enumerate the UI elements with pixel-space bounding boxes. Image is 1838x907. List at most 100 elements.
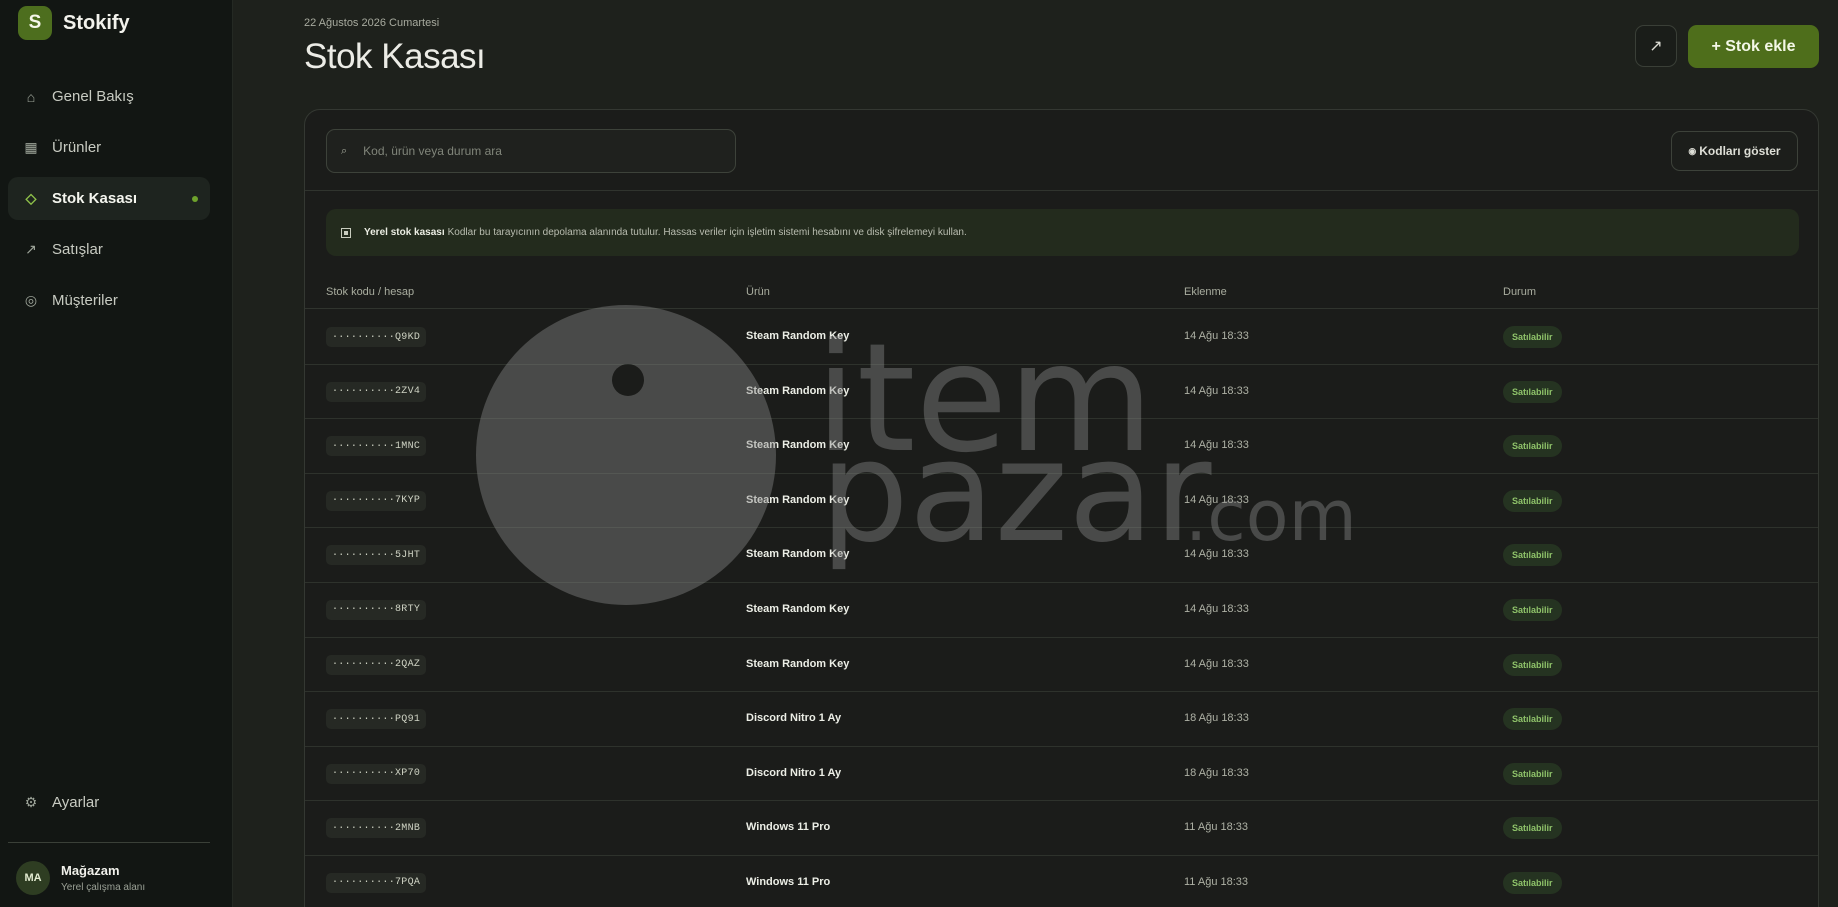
product-name: Steam Random Key [746, 439, 850, 452]
sidebar-item-label: Satışlar [52, 241, 103, 258]
home-icon: ⌂ [26, 88, 36, 105]
product-name: Windows 11 Pro [746, 821, 831, 834]
sidebar-item-3[interactable]: ↗ Satışlar [8, 228, 210, 271]
sidebar-item-label: Ürünler [52, 139, 102, 156]
sidebar-item-settings[interactable]: ⚙ Ayarlar [8, 781, 210, 824]
trend-arrow-icon: ↗ [25, 241, 37, 257]
status-badge: Satılabilir [1503, 653, 1562, 676]
export-button[interactable]: ↗ [1635, 25, 1677, 67]
status-badge: Satılabilir [1503, 489, 1562, 512]
stock-code[interactable]: ··········5JHT [326, 545, 427, 566]
profile-subtitle: Yerel çalışma alanı [61, 882, 146, 893]
notice-title: Yerel stok kasası [364, 227, 445, 238]
product-name: Steam Random Key [746, 548, 850, 561]
status-badge: Satılabilir [1503, 708, 1562, 731]
table-row[interactable]: ··········PQ91 Discord Nitro 1 Ay 18 Ağu 1… [305, 692, 1818, 747]
stock-vault-card: ⌕ Kod, ürün veya durum ara ◉ Kodları gös… [304, 109, 1819, 907]
grid-icon: ▦ [24, 139, 38, 155]
table-row[interactable]: ··········XP70 Discord Nitro 1 Ay 18 Ağu 1… [305, 747, 1818, 802]
added-date: 11 Ağu 18:33 [1184, 821, 1249, 834]
sidebar-item-0[interactable]: ⌂ Genel Bakış [8, 75, 210, 118]
add-stock-button[interactable]: + Stok ekle [1688, 25, 1819, 68]
stock-code[interactable]: ··········8RTY [326, 599, 427, 620]
column-header[interactable]: Ürün [746, 286, 770, 298]
table-row[interactable]: ··········2QAZ Steam Random Key 14 Ağu 18:… [305, 638, 1818, 693]
profile-name: Mağazam [61, 863, 120, 878]
added-date: 14 Ağu 18:33 [1184, 384, 1249, 397]
search-icon: ⌕ [341, 144, 348, 157]
stock-code[interactable]: ··········XP70 [326, 763, 427, 784]
product-name: Discord Nitro 1 Ay [746, 766, 842, 779]
sidebar-item-1[interactable]: ▦ Ürünler [8, 126, 210, 169]
column-header[interactable]: Eklenme [1184, 286, 1227, 298]
app-name: Stokify [63, 11, 130, 34]
sidebar-item-2[interactable]: ◇ Stok Kasası [8, 177, 210, 220]
status-badge: Satılabilir [1503, 435, 1562, 458]
sidebar: S Stokify ⌂ Genel Bakış ▦ Ürünler ◇ Stok Kasa… [0, 0, 233, 907]
product-name: Windows 11 Pro [746, 875, 831, 888]
table-row[interactable]: ··········7PQA Windows 11 Pro 11 Ağu 18:33… [305, 856, 1818, 907]
profile[interactable]: MA Mağazam Yerel çalışma alanı [16, 861, 145, 895]
stock-code[interactable]: ··········Q9KD [326, 327, 427, 347]
table-row[interactable]: ··········2MNB Windows 11 Pro 11 Ağu 18:33… [305, 801, 1818, 856]
sidebar-item-label: Ayarlar [52, 794, 100, 811]
status-badge: Satılabilir [1503, 544, 1562, 567]
column-header[interactable]: Stok kodu / hesap [326, 286, 414, 298]
notice-text: Kodlar bu tarayıcının depolama alanında … [447, 227, 967, 238]
stock-code[interactable]: ··········1MNC [326, 436, 427, 457]
column-header[interactable]: Durum [1503, 286, 1536, 298]
sidebar-nav: ⌂ Genel Bakış ▦ Ürünler ◇ Stok Kasası ↗ Satışla… [8, 75, 210, 330]
stock-code[interactable]: ··········PQ91 [326, 709, 427, 730]
table-row[interactable]: ··········5JHT Steam Random Key 14 Ağu 18:… [305, 528, 1818, 583]
table-body: ··········Q9KD Steam Random Key 14 Ağu 18:… [305, 310, 1818, 907]
added-date: 11 Ağu 18:33 [1184, 875, 1249, 888]
status-badge: Satılabilir [1503, 871, 1562, 894]
added-date: 14 Ağu 18:33 [1184, 602, 1249, 615]
divider [305, 190, 1818, 191]
product-name: Steam Random Key [746, 330, 850, 342]
status-badge: Satılabilir [1503, 380, 1562, 403]
stock-code[interactable]: ··········2MNB [326, 818, 427, 839]
table-row[interactable]: ··········1MNC Steam Random Key 14 Ağu 18:… [305, 419, 1818, 474]
table-row[interactable]: ··········7KYP Steam Random Key 14 Ağu 18:… [305, 474, 1818, 529]
status-badge: Satılabilir [1503, 598, 1562, 621]
trend-arrow-icon: ↗ [1649, 38, 1663, 55]
sidebar-item-label: Stok Kasası [52, 190, 138, 207]
info-notice: Yerel stok kasası Kodlar bu tarayıcının … [326, 209, 1799, 256]
active-indicator [192, 195, 198, 202]
sidebar-item-4[interactable]: ◎ Müşteriler [8, 279, 210, 322]
product-name: Steam Random Key [746, 602, 850, 615]
product-name: Steam Random Key [746, 657, 850, 670]
status-badge: Satılabilir [1503, 762, 1562, 785]
app-logo: S [18, 6, 52, 40]
added-date: 14 Ağu 18:33 [1184, 330, 1249, 342]
divider [8, 842, 210, 843]
status-badge: Satılabilir [1503, 817, 1562, 840]
added-date: 14 Ağu 18:33 [1184, 439, 1249, 452]
gear-icon: ⚙ [24, 794, 38, 810]
status-badge: Satılabilir [1503, 326, 1562, 348]
table-row[interactable]: ··········8RTY Steam Random Key 14 Ağu 18:… [305, 583, 1818, 638]
stock-code[interactable]: ··········7PQA [326, 872, 427, 893]
vault-icon [341, 227, 351, 238]
eye-icon: ◉ [1688, 145, 1697, 156]
stock-code[interactable]: ··········2ZV4 [326, 381, 427, 402]
table-row[interactable]: ··········Q9KD Steam Random Key 14 Ağu 18:… [305, 310, 1818, 365]
search-input[interactable]: ⌕ Kod, ürün veya durum ara [326, 129, 736, 173]
avatar: MA [16, 861, 50, 895]
added-date: 14 Ağu 18:33 [1184, 657, 1249, 670]
current-date: 22 Ağustos 2026 Cumartesi [304, 17, 440, 29]
target-icon: ◎ [24, 292, 38, 308]
search-placeholder: Kod, ürün veya durum ara [363, 144, 502, 158]
added-date: 18 Ağu 18:33 [1184, 712, 1249, 725]
stock-code[interactable]: ··········2QAZ [326, 654, 427, 675]
added-date: 14 Ağu 18:33 [1184, 493, 1249, 506]
brand[interactable]: S Stokify [18, 6, 130, 40]
show-codes-label: Kodları göster [1699, 144, 1781, 158]
stock-code[interactable]: ··········7KYP [326, 490, 427, 511]
show-codes-button[interactable]: ◉ Kodları göster [1671, 131, 1798, 171]
product-name: Steam Random Key [746, 384, 850, 397]
table-row[interactable]: ··········2ZV4 Steam Random Key 14 Ağu 18:… [305, 365, 1818, 420]
diamond-icon: ◇ [25, 190, 37, 206]
sidebar-item-label: Genel Bakış [52, 88, 134, 105]
